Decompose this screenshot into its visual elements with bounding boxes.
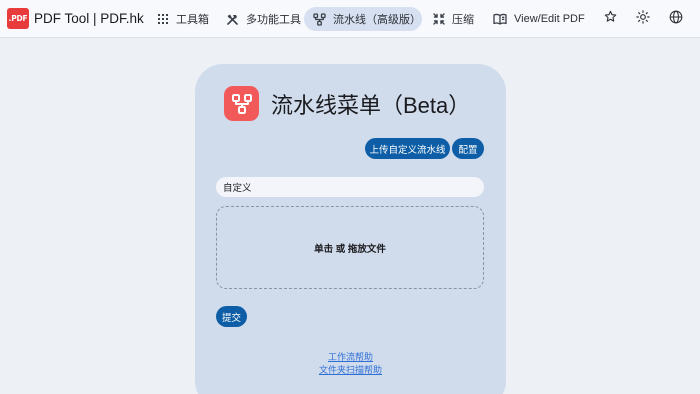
pipeline-card: 流水线菜单（Beta） 上传自定义流水线 配置 自定义 单击 或 拖放文件 提交… (195, 64, 506, 394)
nav-item-label: 压缩 (452, 14, 474, 26)
nav-item-multi-tool[interactable]: 多功能工具 (217, 7, 310, 31)
book-icon (493, 13, 507, 25)
nav-item-label: 流水线（高级版） (333, 14, 421, 26)
nav-item-view-edit-pdf[interactable]: View/Edit PDF (484, 7, 594, 31)
star-icon (604, 10, 617, 28)
workflow-help-link[interactable]: 工作流帮助 (195, 350, 506, 363)
nav-item-label: View/Edit PDF (514, 13, 585, 25)
language-button[interactable] (666, 9, 686, 29)
folder-scan-help-link[interactable]: 文件夹扫描帮助 (195, 363, 506, 376)
submit-button[interactable]: 提交 (216, 306, 247, 327)
nav-item-pipeline[interactable]: 流水线（高级版） (304, 7, 422, 31)
pipeline-select-value: 自定义 (223, 183, 252, 194)
upload-custom-pipeline-button[interactable]: 上传自定义流水线 (365, 138, 450, 159)
theme-toggle-button[interactable] (633, 9, 653, 29)
grid-icon (157, 13, 169, 25)
drop-zone-label: 单击 或 拖放文件 (314, 243, 386, 255)
top-navbar: .PDF PDF Tool | PDF.hk 工具箱 多功能工具 流水线（高级版… (0, 0, 700, 38)
globe-icon (669, 10, 683, 29)
compress-icon (433, 13, 445, 25)
nav-item-toolbox[interactable]: 工具箱 (148, 7, 218, 31)
pipeline-icon (224, 86, 259, 121)
brand-logo: .PDF (7, 8, 29, 29)
config-button[interactable]: 配置 (452, 138, 484, 159)
card-header: 流水线菜单（Beta） (224, 86, 470, 121)
pipeline-select[interactable]: 自定义 (216, 177, 484, 197)
pipeline-icon (313, 12, 326, 26)
sun-icon (636, 9, 650, 29)
page-title: 流水线菜单（Beta） (271, 92, 471, 118)
brand-name: PDF Tool | PDF.hk (34, 11, 144, 26)
nav-item-label: 工具箱 (176, 14, 209, 26)
file-drop-zone[interactable]: 单击 或 拖放文件 (216, 206, 484, 289)
nav-item-label: 多功能工具 (246, 14, 301, 26)
nav-item-compress[interactable]: 压缩 (424, 7, 483, 31)
tools-icon (226, 13, 239, 26)
favorite-button[interactable] (600, 9, 620, 29)
brand[interactable]: .PDF PDF Tool | PDF.hk (7, 8, 144, 29)
